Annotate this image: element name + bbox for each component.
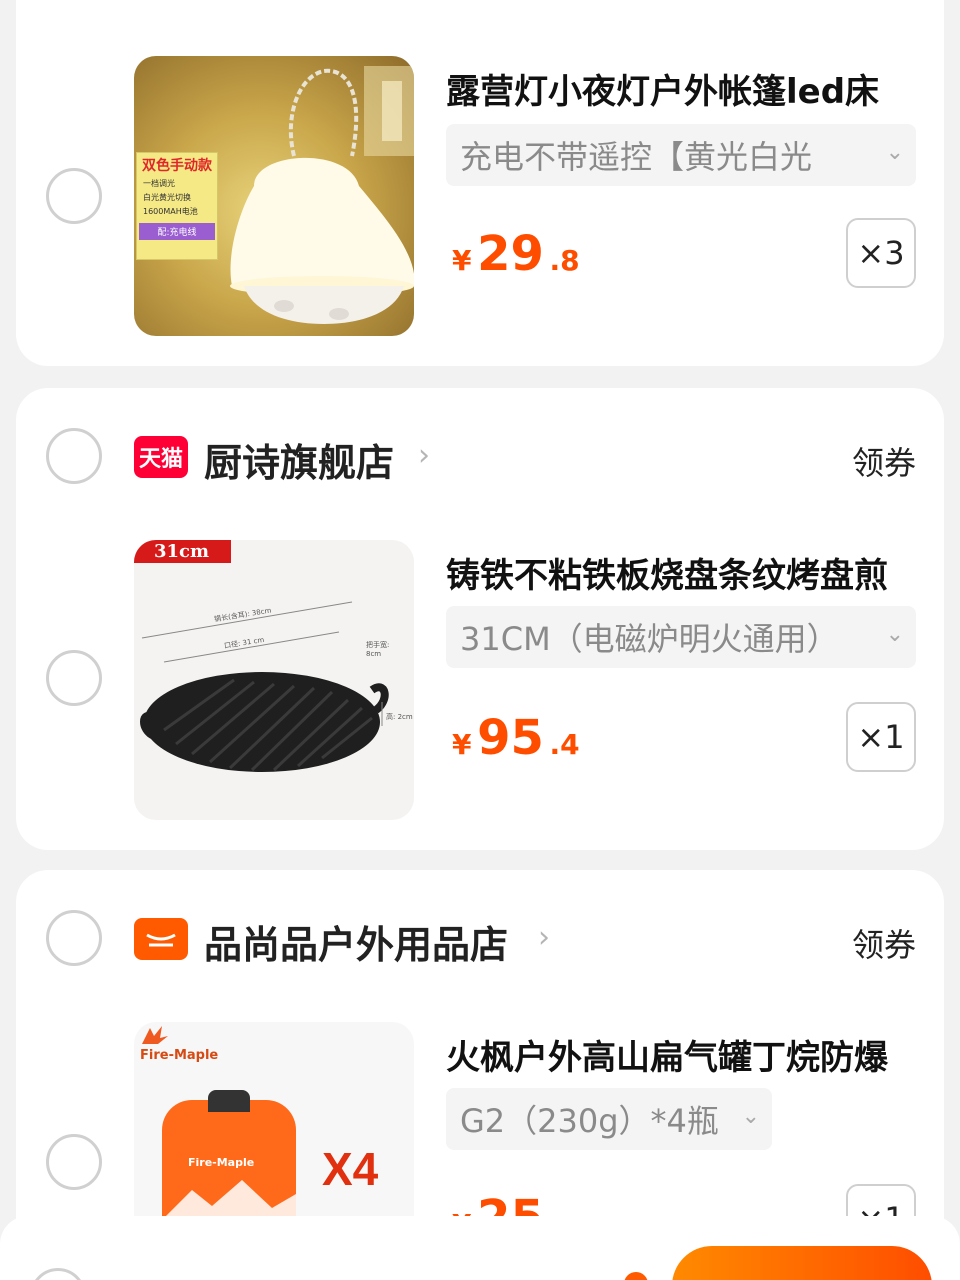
sku-selector[interactable]: 充电不带遥控【黄光白光 ⌄ bbox=[446, 124, 916, 186]
size-tag: 31cm bbox=[134, 540, 232, 563]
quantity-button[interactable]: ×3 bbox=[846, 218, 916, 288]
price-currency: ¥ bbox=[452, 244, 472, 277]
feature-heading: 双色手动款 bbox=[142, 158, 212, 174]
store-select-radio[interactable] bbox=[46, 910, 102, 966]
mountain-graphic bbox=[162, 1180, 296, 1220]
canister-brand: Fire-Maple bbox=[188, 1156, 255, 1169]
cart-item-card: 双色手动款 一档调光 白光黄光切换 1600MAH电池 配:充电线 露营灯小夜灯… bbox=[16, 0, 944, 366]
store-select-radio[interactable] bbox=[46, 428, 102, 484]
price-decimal: .4 bbox=[549, 728, 580, 761]
canister-valve bbox=[208, 1090, 250, 1112]
select-all-radio[interactable] bbox=[30, 1268, 86, 1280]
item-select-radio[interactable] bbox=[46, 650, 102, 706]
product-price: ¥ 95 .4 bbox=[452, 710, 580, 766]
product-image[interactable]: 双色手动款 一档调光 白光黄光切换 1600MAH电池 配:充电线 bbox=[134, 56, 414, 336]
dim-label: 高: 2cm bbox=[386, 713, 413, 721]
tmall-icon: 天猫 bbox=[134, 436, 188, 478]
price-decimal: .8 bbox=[549, 244, 580, 277]
checkout-bar bbox=[0, 1216, 960, 1280]
coupon-button[interactable]: 领券 bbox=[852, 438, 916, 484]
store-card: 天猫 厨诗旗舰店 › 领券 31cm 锅长(含耳): 38cm 口径: 31 c… bbox=[16, 388, 944, 850]
chevron-right-icon: › bbox=[418, 438, 430, 473]
product-title[interactable]: 火枫户外高山扁气罐丁烷防爆 bbox=[446, 1030, 916, 1079]
item-select-radio[interactable] bbox=[46, 168, 102, 224]
sku-label: 充电不带遥控【黄光白光 bbox=[460, 138, 813, 176]
product-price: ¥ 29 .8 bbox=[452, 226, 580, 282]
sku-label: G2（230g）*4瓶 bbox=[460, 1102, 719, 1140]
chevron-down-icon: ⌄ bbox=[885, 140, 904, 165]
brand-logo: Fire-Maple bbox=[140, 1024, 218, 1063]
product-title[interactable]: 露营灯小夜灯户外帐篷led床 bbox=[446, 64, 916, 113]
brand-name: Fire-Maple bbox=[140, 1048, 219, 1063]
feature-panel: 双色手动款 一档调光 白光黄光切换 1600MAH电池 配:充电线 bbox=[136, 152, 218, 260]
grill-pan-illustration bbox=[140, 601, 389, 772]
dim-label: 把手宽: 8cm bbox=[366, 641, 390, 658]
sku-label: 31CM（电磁炉明火通用） bbox=[460, 620, 839, 658]
price-currency: ¥ bbox=[452, 728, 472, 761]
feature-line: 白光黄光切换 bbox=[143, 193, 191, 202]
feature-line: 一档调光 bbox=[143, 179, 175, 188]
checkout-button[interactable] bbox=[672, 1246, 932, 1280]
sku-selector[interactable]: 31CM（电磁炉明火通用） ⌄ bbox=[446, 606, 916, 668]
chevron-down-icon: ⌄ bbox=[741, 1104, 760, 1129]
quantity-button[interactable]: ×1 bbox=[846, 702, 916, 772]
shop-awning-icon bbox=[146, 933, 176, 947]
sku-selector[interactable]: G2（230g）*4瓶 ⌄ bbox=[446, 1088, 772, 1150]
shop-icon bbox=[134, 918, 188, 960]
feature-line: 1600MAH电池 bbox=[143, 207, 198, 216]
product-image[interactable]: 31cm 锅长(含耳): 38cm 口径: 31 cm 把手宽: 8cm 高: … bbox=[134, 540, 414, 820]
multiplier-label: X4 bbox=[322, 1143, 379, 1195]
maple-leaf-icon bbox=[142, 1026, 168, 1044]
chevron-down-icon: ⌄ bbox=[885, 622, 904, 647]
price-integer: 95 bbox=[477, 710, 544, 766]
price-integer: 29 bbox=[477, 226, 544, 282]
item-select-radio[interactable] bbox=[46, 1134, 102, 1190]
tmall-icon-label: 天猫 bbox=[138, 447, 183, 472]
badge-dot bbox=[624, 1272, 648, 1280]
product-title[interactable]: 铸铁不粘铁板烧盘条纹烤盘煎 bbox=[446, 548, 916, 597]
coupon-button[interactable]: 领券 bbox=[852, 920, 916, 966]
feature-badge: 配:充电线 bbox=[139, 223, 215, 240]
chevron-right-icon: › bbox=[538, 920, 550, 955]
store-name[interactable]: 品尚品户外用品店 bbox=[204, 914, 508, 969]
store-name[interactable]: 厨诗旗舰店 bbox=[204, 432, 394, 487]
